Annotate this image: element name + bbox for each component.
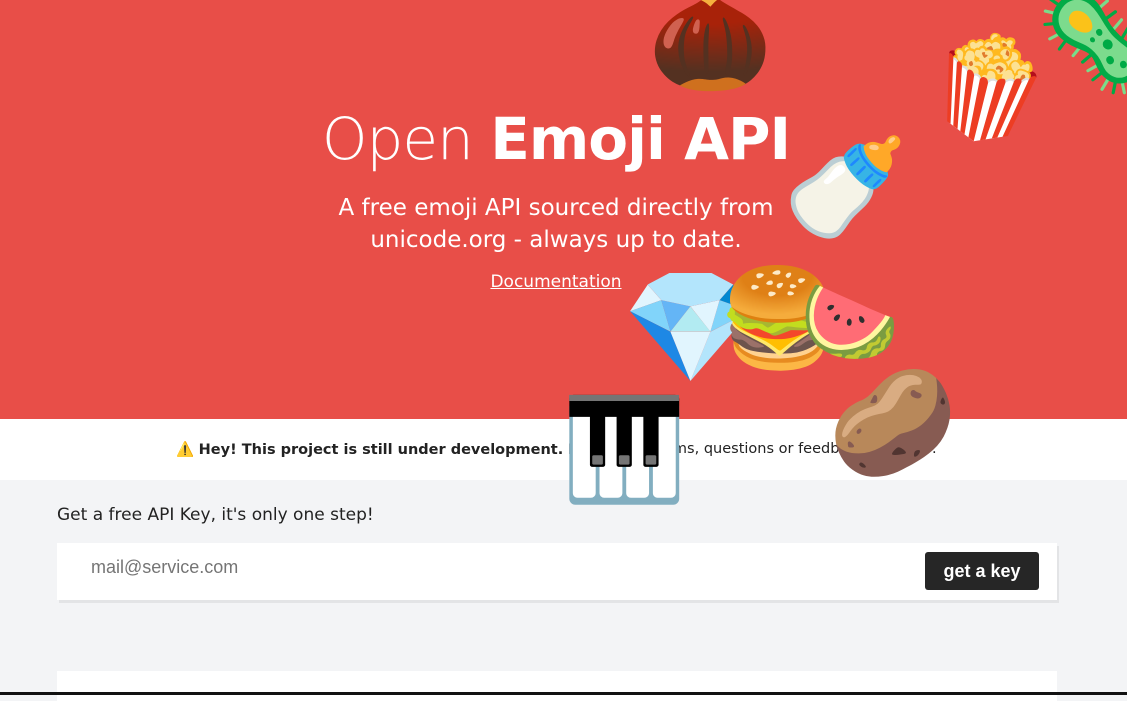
warning-icon: ⚠️ [176,442,195,458]
watermelon-icon: 🍉 [800,275,900,368]
potato-icon: 🥔 [828,361,958,483]
subtitle-line: A free emoji API sourced directly from [338,195,774,221]
subtitle-line: unicode.org - always up to date. [370,227,742,253]
email-input[interactable] [91,557,871,578]
baby-bottle-icon: 🍼 [783,129,908,246]
api-key-form: get a key [57,543,1057,600]
notice-bold: Hey! This project is still under develop… [198,442,564,458]
get-key-button[interactable]: get a key [925,552,1039,590]
content-card [57,671,1057,701]
title-bold: Emoji API [490,105,791,173]
documentation-link[interactable]: Documentation [0,272,1112,292]
hero-subtitle: A free emoji API sourced directly from un… [0,192,1112,256]
api-key-heading: Get a free API Key, it's only one step! [57,505,374,525]
piano-icon: 🎹 [562,391,687,508]
title-light: Open [321,105,474,173]
popcorn-icon: 🍿 [912,14,1063,161]
chestnut-icon: 🌰 [648,0,773,98]
